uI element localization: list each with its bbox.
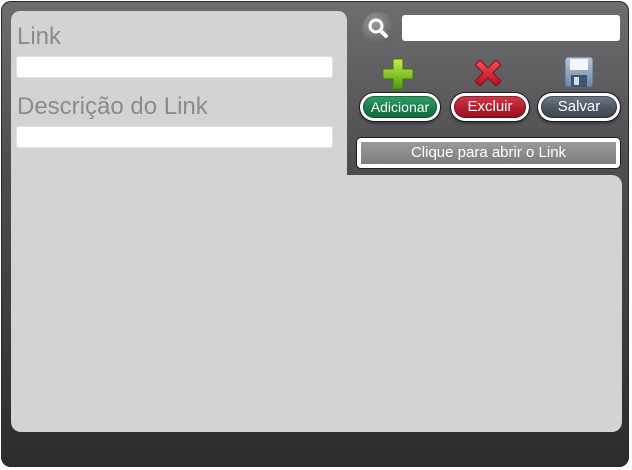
open-link-button[interactable]: Clique para abrir o Link [357,138,620,168]
save-button-label: Salvar [541,96,617,118]
search-input[interactable] [402,15,620,41]
floppy-disk-icon[interactable] [562,55,596,89]
description-input[interactable] [16,126,333,148]
link-label: Link [17,23,62,50]
links-list-panel [11,169,622,432]
delete-button-label: Excluir [454,96,526,118]
delete-button[interactable]: Excluir [451,93,529,121]
app-window: Link Descrição do Link Adicionar Excluir… [1,1,629,467]
link-input[interactable] [16,56,333,78]
save-button[interactable]: Salvar [538,93,620,121]
plus-icon[interactable] [381,57,415,91]
add-button[interactable]: Adicionar [360,93,440,121]
open-link-button-label: Clique para abrir o Link [361,142,616,164]
search-button[interactable] [362,12,394,44]
add-button-label: Adicionar [363,96,437,118]
link-form-panel: Link Descrição do Link [11,11,347,176]
search-icon [368,18,388,38]
description-label: Descrição do Link [17,93,208,120]
x-icon[interactable] [471,56,505,90]
